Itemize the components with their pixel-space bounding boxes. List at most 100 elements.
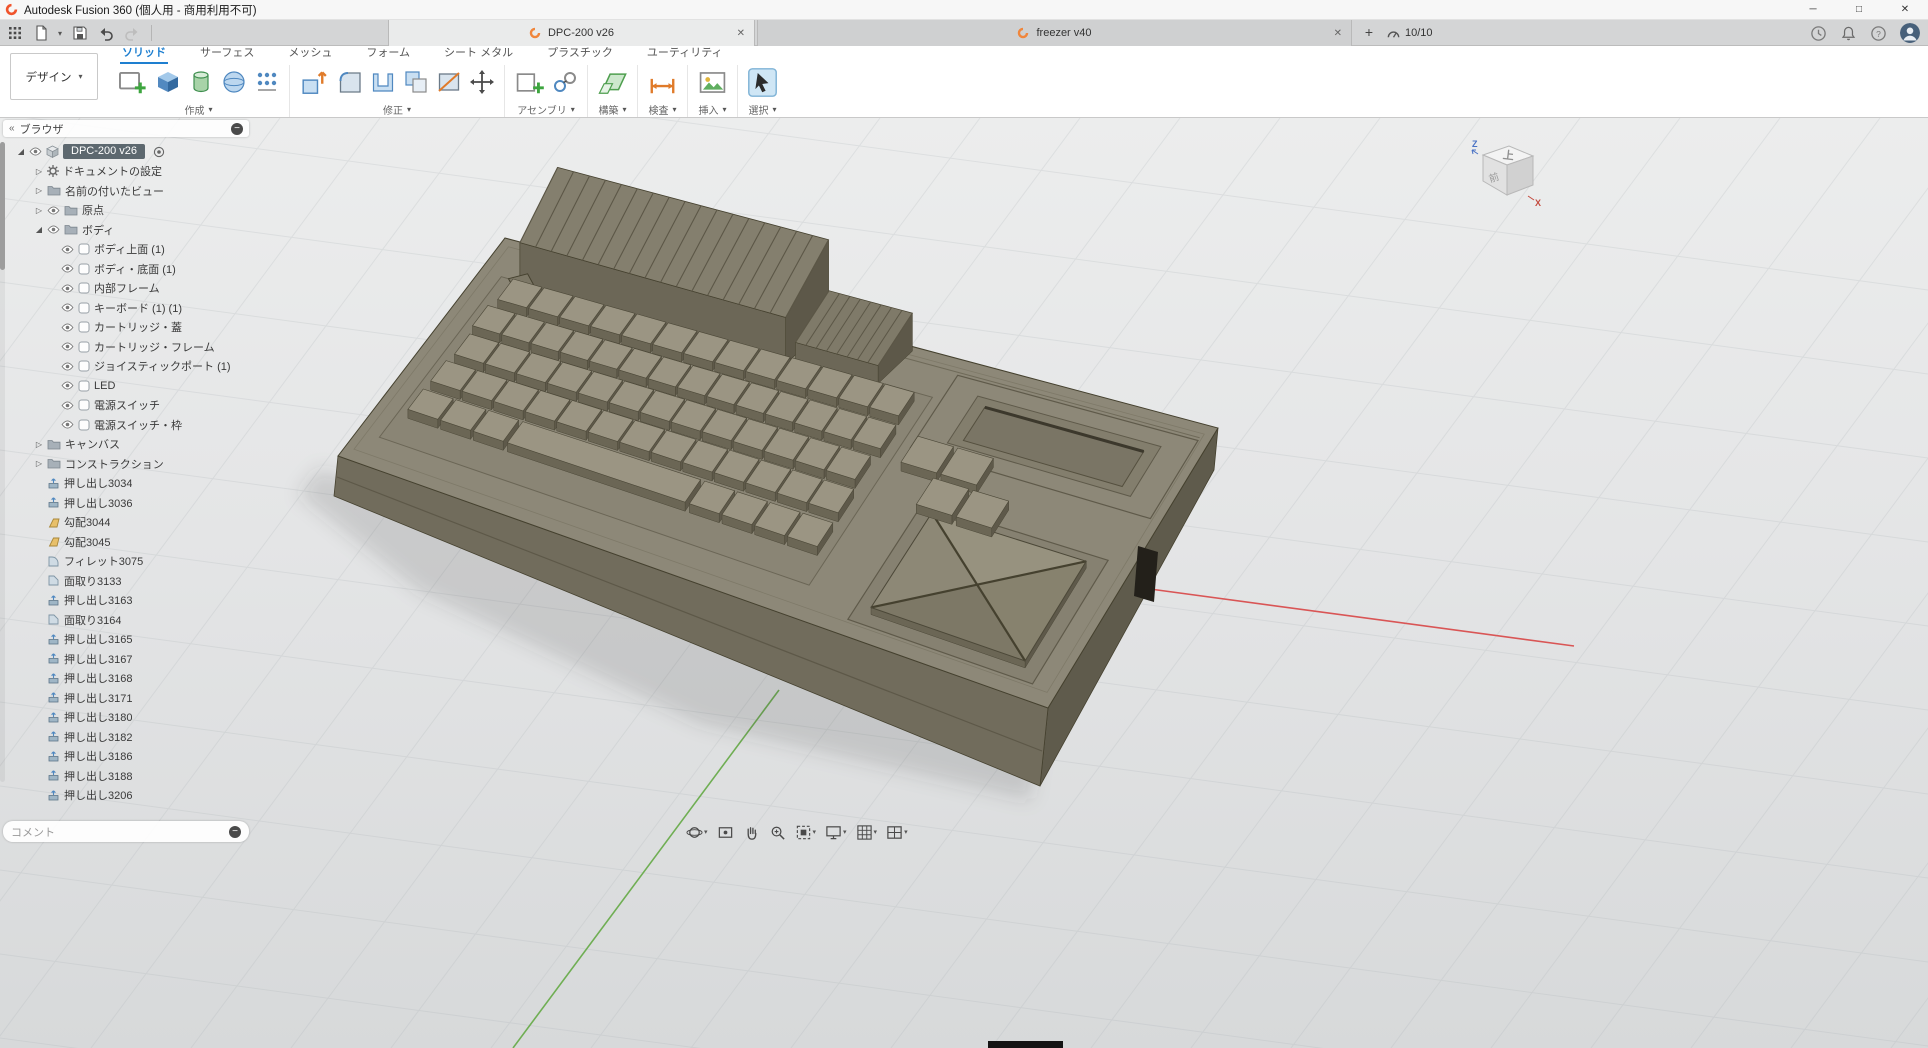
browser-row[interactable]: カートリッジ・蓋 — [3, 318, 249, 338]
select-icon[interactable] — [747, 67, 778, 98]
collapse-panel-icon[interactable]: « — [9, 123, 15, 134]
create-sketch-icon[interactable] — [117, 67, 148, 98]
browser-row[interactable]: 電源スイッチ — [3, 396, 249, 416]
browser-row[interactable]: 押し出し3163 — [3, 591, 249, 611]
insert-image-icon[interactable] — [697, 67, 728, 98]
document-tab-active[interactable]: DPC-200 v26 ✕ — [388, 20, 755, 46]
browser-root-row[interactable]: ◢DPC-200 v26 — [3, 142, 249, 162]
file-menu-caret-icon[interactable]: ▾ — [58, 29, 62, 38]
ribbon-tab-mesh[interactable]: メッシュ — [286, 44, 334, 64]
expand-arrow-icon[interactable]: ▷ — [33, 186, 45, 195]
ribbon-group-label[interactable]: 検査▾ — [648, 102, 676, 117]
expand-arrow-icon[interactable]: ▷ — [33, 167, 45, 176]
browser-row[interactable]: 勾配3045 — [3, 532, 249, 552]
fillet-icon[interactable] — [337, 69, 363, 95]
browser-header[interactable]: « ブラウザ − — [3, 120, 249, 137]
app-grid-icon[interactable] — [6, 25, 23, 42]
browser-row[interactable]: ▷原点 — [3, 201, 249, 221]
document-tab-inactive[interactable]: freezer v40 ✕ — [757, 20, 1352, 46]
visibility-eye-icon[interactable] — [47, 206, 60, 215]
primitive-sphere-icon[interactable] — [221, 69, 247, 95]
expand-arrow-icon[interactable]: ▷ — [33, 206, 45, 215]
combine-icon[interactable] — [403, 69, 429, 95]
browser-row[interactable]: ボディ・底面 (1) — [3, 259, 249, 279]
browser-row[interactable]: 電源スイッチ・枠 — [3, 415, 249, 435]
orbit-button[interactable]: ▾ — [683, 822, 711, 843]
move-icon[interactable] — [469, 69, 495, 95]
ribbon-tab-plastic[interactable]: プラスチック — [545, 44, 615, 64]
ribbon-group-label[interactable]: 挿入▾ — [698, 102, 726, 117]
scrollbar-thumb[interactable] — [0, 142, 5, 270]
fit-view-button[interactable]: ▾ — [792, 822, 820, 843]
ribbon-group-label[interactable]: 作成▾ — [184, 102, 212, 117]
ribbon-group-label[interactable]: 修正▾ — [383, 102, 411, 117]
pan-button[interactable] — [740, 822, 763, 843]
ribbon-tab-utility[interactable]: ユーティリティ — [645, 44, 725, 64]
browser-row[interactable]: 押し出し3165 — [3, 630, 249, 650]
browser-row[interactable]: 押し出し3167 — [3, 649, 249, 669]
browser-row[interactable]: カートリッジ・フレーム — [3, 337, 249, 357]
save-icon[interactable] — [71, 25, 88, 42]
activate-component-radio[interactable] — [153, 146, 165, 158]
expand-arrow-icon[interactable]: ▷ — [33, 459, 45, 468]
close-button[interactable]: ✕ — [1882, 0, 1928, 20]
viewport-3d[interactable]: « ブラウザ − ◢DPC-200 v26▷ドキュメントの設定▷名前の付いたビュ… — [0, 118, 1928, 1048]
visibility-eye-icon[interactable] — [61, 381, 74, 390]
minimize-button[interactable]: ─ — [1790, 0, 1836, 20]
measure-icon[interactable] — [647, 67, 678, 98]
help-icon[interactable]: ? — [1870, 25, 1887, 42]
view-cube[interactable]: 上 前 Z X — [1462, 130, 1552, 220]
maximize-button[interactable]: □ — [1836, 0, 1882, 20]
ribbon-group-label[interactable]: アセンブリ▾ — [517, 102, 575, 117]
visibility-eye-icon[interactable] — [61, 303, 74, 312]
user-avatar[interactable] — [1900, 23, 1920, 43]
expand-arrow-icon[interactable]: ▷ — [33, 440, 45, 449]
visibility-eye-icon[interactable] — [61, 401, 74, 410]
collapse-arrow-icon[interactable]: ◢ — [33, 225, 45, 234]
browser-row[interactable]: 押し出し3036 — [3, 493, 249, 513]
browser-row[interactable]: ▷ドキュメントの設定 — [3, 162, 249, 182]
visibility-eye-icon[interactable] — [61, 245, 74, 254]
browser-row[interactable]: 押し出し3186 — [3, 747, 249, 767]
browser-row[interactable]: ボディ上面 (1) — [3, 240, 249, 260]
zoom-button[interactable] — [766, 822, 789, 843]
split-icon[interactable] — [436, 69, 462, 95]
comment-bar[interactable]: コメント − — [3, 821, 249, 842]
new-tab-button[interactable]: + — [1360, 24, 1378, 42]
browser-row[interactable]: 内部フレーム — [3, 279, 249, 299]
browser-row[interactable]: キーボード (1) (1) — [3, 298, 249, 318]
primitive-box-icon[interactable] — [155, 69, 181, 95]
ribbon-group-label[interactable]: 選択▾ — [748, 102, 776, 117]
workspace-switcher[interactable]: デザイン▾ — [10, 53, 98, 100]
browser-row[interactable]: ジョイスティックポート (1) — [3, 357, 249, 377]
file-menu-icon[interactable] — [32, 25, 49, 42]
job-status-indicator[interactable]: 10/10 — [1386, 20, 1433, 46]
visibility-eye-icon[interactable] — [61, 284, 74, 293]
ribbon-tab-surface[interactable]: サーフェス — [198, 44, 256, 64]
scene-svg[interactable] — [0, 118, 1928, 1048]
visibility-eye-icon[interactable] — [61, 342, 74, 351]
visibility-eye-icon[interactable] — [29, 147, 42, 156]
browser-row[interactable]: ▷キャンバス — [3, 435, 249, 455]
browser-row[interactable]: ◢ボディ — [3, 220, 249, 240]
visibility-eye-icon[interactable] — [61, 362, 74, 371]
construct-plane-icon[interactable] — [597, 67, 628, 98]
browser-row[interactable]: 押し出し3180 — [3, 708, 249, 728]
new-component-icon[interactable] — [514, 67, 545, 98]
browser-row[interactable]: 押し出し3182 — [3, 727, 249, 747]
visibility-eye-icon[interactable] — [61, 323, 74, 332]
browser-row[interactable]: 面取り3133 — [3, 571, 249, 591]
browser-row[interactable]: フィレット3075 — [3, 552, 249, 572]
visibility-eye-icon[interactable] — [61, 264, 74, 273]
tab-close-icon[interactable]: ✕ — [1334, 28, 1342, 39]
browser-row[interactable]: 押し出し3171 — [3, 688, 249, 708]
browser-row[interactable]: 面取り3164 — [3, 610, 249, 630]
browser-row[interactable]: ▷コンストラクション — [3, 454, 249, 474]
notifications-bell-icon[interactable] — [1840, 25, 1857, 42]
grid-settings-button[interactable]: ▾ — [853, 822, 881, 843]
press-pull-icon[interactable] — [299, 67, 330, 98]
primitive-cylinder-icon[interactable] — [188, 69, 214, 95]
tab-close-icon[interactable]: ✕ — [737, 28, 745, 39]
browser-row[interactable]: 押し出し3206 — [3, 786, 249, 806]
visibility-eye-icon[interactable] — [61, 420, 74, 429]
